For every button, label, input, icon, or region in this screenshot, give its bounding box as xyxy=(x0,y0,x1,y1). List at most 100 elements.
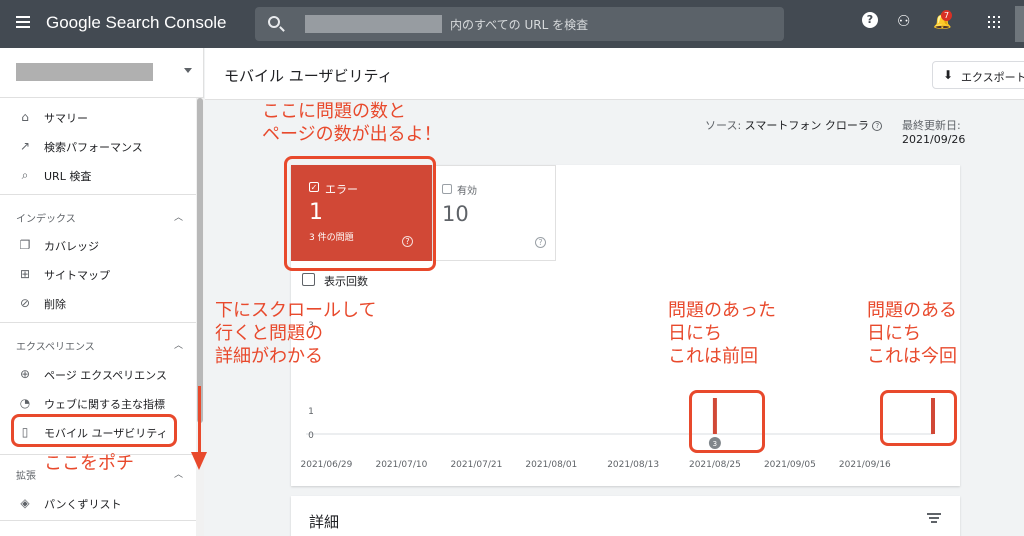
updated-label: 最終更新日: xyxy=(902,119,961,132)
search-icon xyxy=(268,16,280,28)
chevron-up-icon[interactable]: ︿ xyxy=(174,338,183,351)
valid-count: 10 xyxy=(442,202,469,226)
section-experience: エクスペリエンス xyxy=(16,342,95,353)
x-tick-label: 2021/06/29 xyxy=(301,460,353,470)
gauge-icon: ◔ xyxy=(19,396,31,410)
url-inspect-search[interactable]: 内のすべての URL を検査 xyxy=(255,7,784,41)
home-icon: ⌂ xyxy=(21,110,29,124)
page-experience-icon: ⊕ xyxy=(19,367,31,381)
chevron-up-icon[interactable]: ︿ xyxy=(174,467,183,480)
sidebar-item-label: 検索パフォーマンス xyxy=(44,141,143,154)
chevron-up-icon[interactable]: ︿ xyxy=(174,210,183,223)
annotation-line: 下にスクロールして xyxy=(215,300,377,321)
annotation-line: 詳細がわかる xyxy=(215,346,323,367)
error-chart: 0132021/06/29 2021/07/10 2021/07/21 2021/08… xyxy=(301,321,935,470)
removal-icon: ⊘ xyxy=(19,296,31,310)
sidebar-item-label: ページ エクスペリエンス xyxy=(44,369,167,382)
sidebar-item-sitemap[interactable]: ⊞ サイトマップ xyxy=(0,260,196,288)
x-tick-label: 2021/08/25 xyxy=(689,460,741,470)
annotation-line: 日にち xyxy=(668,323,722,344)
annotation-arrow xyxy=(198,386,201,453)
search-placeholder: 内のすべての URL を検査 xyxy=(450,18,589,32)
annotation-line: ここに問題の数と xyxy=(262,101,406,122)
sidebar-item-label: サマリー xyxy=(44,112,88,125)
download-icon: ⬇ xyxy=(943,68,954,82)
help-icon[interactable]: ? xyxy=(535,237,546,248)
menu-icon[interactable] xyxy=(16,16,30,28)
source-value: スマートフォン クローラ xyxy=(744,119,869,132)
annotation-current: 問題のある 日にち これは今回 xyxy=(867,299,957,368)
updated-value: 2021/09/26 xyxy=(902,133,966,146)
annotation-line: これは前回 xyxy=(668,346,758,367)
annotation-line: これは今回 xyxy=(867,346,957,367)
section-enhancements: 拡張 xyxy=(16,471,36,482)
annotation-line: 問題のある xyxy=(867,300,957,321)
sidebar-item-url-inspection[interactable]: ⌕ URL 検査 xyxy=(0,161,196,189)
apps-grid-icon[interactable] xyxy=(988,16,1000,28)
checkbox-unchecked-icon xyxy=(302,273,315,286)
x-tick-label: 2021/07/21 xyxy=(450,460,502,470)
source-info: ソース: スマートフォン クローラ ? xyxy=(705,117,883,133)
avatar[interactable] xyxy=(1015,6,1024,42)
filter-icon[interactable] xyxy=(927,513,941,523)
x-tick-label: 2021/07/10 xyxy=(375,460,427,470)
annotation-line: ページの数が出るよ！ xyxy=(262,124,442,145)
search-icon: ⌕ xyxy=(21,168,29,182)
layers-icon: ◈ xyxy=(20,496,30,510)
sidebar-item-label: 削除 xyxy=(44,298,66,311)
annotation-line: 日にち xyxy=(867,323,921,344)
app-logo[interactable]: Google Search Console xyxy=(46,13,227,33)
annotation-tap: ここをポチ xyxy=(44,453,134,474)
sitemap-icon: ⊞ xyxy=(19,267,31,281)
users-settings-icon[interactable]: ⚇ xyxy=(897,12,910,30)
valid-tile[interactable]: 有効 10 ? xyxy=(432,165,556,261)
checkbox-unchecked-icon xyxy=(442,184,452,194)
y-tick-label: 0 xyxy=(308,431,314,441)
sidebar-item-core-web-vitals[interactable]: ◔ ウェブに関する主な指標 xyxy=(0,389,196,417)
divider xyxy=(0,194,196,195)
annotation-scroll: 下にスクロールして 行くと問題の 詳細がわかる xyxy=(215,299,376,368)
redacted-domain xyxy=(305,15,442,33)
redacted-property xyxy=(16,63,153,81)
sidebar-item-removals[interactable]: ⊘ 削除 xyxy=(0,289,196,317)
export-label: エクスポート xyxy=(961,71,1024,84)
sidebar-item-breadcrumbs[interactable]: ◈ パンくずリスト xyxy=(0,489,196,517)
annotation-arrow-head xyxy=(191,452,207,470)
divider xyxy=(0,520,196,521)
help-icon[interactable]: ? xyxy=(862,12,878,28)
annotation-top: ここに問題の数と ページの数が出るよ！ xyxy=(262,100,442,146)
annotation-line: 問題のあった xyxy=(668,300,776,321)
source-label: ソース: xyxy=(705,119,742,132)
y-tick-label: 1 xyxy=(308,407,314,417)
scrollbar-thumb[interactable] xyxy=(197,98,203,423)
details-card: 詳細 xyxy=(291,496,960,536)
export-button[interactable]: ⬇ エクスポート xyxy=(932,61,1024,89)
annotation-previous: 問題のあった 日にち これは前回 xyxy=(668,299,776,368)
x-tick-label: 2021/09/05 xyxy=(764,460,816,470)
impressions-label: 表示回数 xyxy=(324,275,368,288)
sidebar-item-performance[interactable]: ↗ 検索パフォーマンス xyxy=(0,132,196,160)
x-tick-label: 2021/09/16 xyxy=(839,460,891,470)
help-icon[interactable]: ? xyxy=(872,121,883,131)
annotation-box-previous xyxy=(689,390,765,453)
page-header: モバイル ユーザビリティ ⬇ エクスポート xyxy=(205,48,1024,100)
sidebar-scrollbar[interactable] xyxy=(196,98,204,536)
sidebar-item-coverage[interactable]: ❐ カバレッジ xyxy=(0,231,196,259)
coverage-icon: ❐ xyxy=(19,238,31,252)
chevron-down-icon xyxy=(184,68,192,73)
property-selector[interactable] xyxy=(0,48,204,98)
annotation-box-current xyxy=(880,390,957,446)
sidebar-item-page-experience[interactable]: ⊕ ページ エクスペリエンス xyxy=(0,360,196,388)
sidebar-item-label: サイトマップ xyxy=(44,269,110,282)
last-updated: 最終更新日: 2021/09/26 xyxy=(902,117,1024,146)
annotation-box-tiles xyxy=(284,156,436,271)
annotation-box-mobile xyxy=(11,414,177,447)
sidebar-item-summary[interactable]: ⌂ サマリー xyxy=(0,103,196,131)
divider xyxy=(0,322,196,323)
sidebar-item-label: パンくずリスト xyxy=(44,498,122,511)
section-index: インデックス xyxy=(16,214,76,225)
sidebar-item-label: URL 検査 xyxy=(44,170,92,183)
top-bar: Google Search Console 内のすべての URL を検査 ? ⚇… xyxy=(0,0,1024,48)
page-title: モバイル ユーザビリティ xyxy=(224,67,393,85)
details-title: 詳細 xyxy=(309,513,340,531)
